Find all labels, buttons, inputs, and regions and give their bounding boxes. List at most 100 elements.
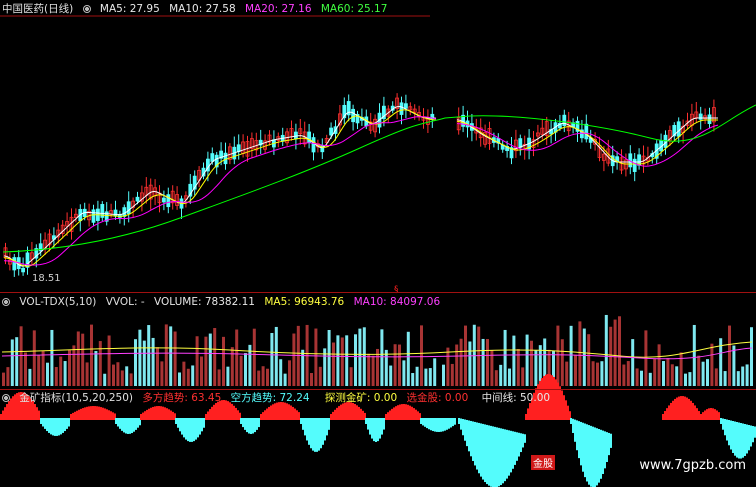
indicator-cyan-bar bbox=[131, 418, 133, 434]
volume-bar bbox=[283, 373, 287, 386]
volume-bar bbox=[24, 352, 27, 386]
indicator-cyan-bar bbox=[570, 418, 572, 424]
indicator-cyan-bar bbox=[726, 419, 728, 441]
probe-value: 探测金矿: 0.00 bbox=[324, 392, 398, 404]
indicator-red-bar bbox=[356, 405, 358, 420]
settings-circle-icon[interactable] bbox=[2, 394, 10, 402]
indicator-cyan-bar bbox=[175, 418, 177, 424]
indicator-cyan-bar bbox=[123, 418, 125, 433]
ma20-line bbox=[3, 116, 719, 266]
candle-body bbox=[21, 267, 26, 273]
indicator-red-bar bbox=[710, 408, 712, 420]
volume-bar bbox=[327, 329, 331, 386]
chart-canvas[interactable] bbox=[0, 0, 756, 487]
vol-ma10-value: MA10: 84097.06 bbox=[353, 296, 441, 308]
indicator-red-bar bbox=[670, 402, 672, 420]
indicator-cyan-bar bbox=[310, 418, 312, 449]
volume-bar bbox=[481, 338, 485, 386]
volume-bar bbox=[19, 326, 23, 386]
indicator-red-bar bbox=[0, 414, 2, 420]
indicator-cyan-bar bbox=[365, 418, 367, 424]
indicator-red-bar bbox=[399, 404, 401, 420]
indicator-red-bar bbox=[678, 396, 680, 420]
volume-bar bbox=[508, 368, 511, 386]
indicator-red-bar bbox=[270, 405, 272, 420]
volume-bar bbox=[112, 364, 115, 386]
indicator-cyan-bar bbox=[466, 419, 468, 447]
indicator-red-bar bbox=[294, 408, 296, 420]
indicator-red-bar bbox=[231, 403, 233, 420]
indicator-cyan-bar bbox=[516, 432, 518, 461]
indicator-red-bar bbox=[696, 408, 698, 420]
indicator-cyan-bar bbox=[482, 423, 484, 480]
volume-bar bbox=[332, 342, 335, 386]
settings-circle-icon[interactable] bbox=[82, 5, 91, 13]
indicator-cyan-bar bbox=[420, 418, 422, 424]
volume-bar bbox=[10, 339, 14, 386]
indicator-red-bar bbox=[170, 410, 172, 420]
indicator-cyan-bar bbox=[326, 418, 328, 436]
volume-bar bbox=[178, 372, 181, 386]
indicator-cyan-bar bbox=[195, 418, 197, 440]
indicator-cyan-bar bbox=[510, 430, 512, 473]
indicator-red-bar bbox=[529, 402, 531, 420]
volume-bar bbox=[46, 362, 49, 386]
indicator-red-bar bbox=[166, 408, 168, 420]
volume-bar bbox=[415, 366, 419, 386]
indicator-cyan-bar bbox=[119, 418, 121, 429]
indicator-cyan-bar bbox=[438, 418, 440, 432]
volume-bar bbox=[525, 334, 529, 386]
ma5-line bbox=[3, 105, 718, 267]
indicator-cyan-bar bbox=[480, 423, 482, 477]
stock-name: 中国医药(日线) bbox=[2, 3, 74, 15]
indicator-red-bar bbox=[664, 411, 666, 420]
indicator-cyan-bar bbox=[316, 418, 318, 452]
indicator-cyan-bar bbox=[490, 425, 492, 487]
indicator-cyan-bar bbox=[522, 433, 524, 448]
indicator-red-bar bbox=[415, 409, 417, 420]
volume-bar bbox=[147, 325, 151, 386]
indicator-red-bar bbox=[172, 411, 174, 420]
volume-bar bbox=[455, 344, 459, 386]
volume-bar bbox=[732, 345, 736, 386]
indicator-cyan-bar bbox=[375, 418, 377, 442]
indicator-cyan-bar bbox=[442, 418, 444, 432]
indicator-red-bar bbox=[662, 414, 664, 420]
ma5-value: MA5: 27.95 bbox=[99, 3, 160, 15]
volume-bar bbox=[239, 355, 243, 386]
indicator-cyan-bar bbox=[177, 418, 179, 428]
indicator-cyan-bar bbox=[752, 426, 754, 443]
short-trend-value: 空方趋势: 72.24 bbox=[230, 392, 310, 404]
volume-bar bbox=[72, 345, 76, 386]
indicator-cyan-bar bbox=[574, 419, 576, 442]
volume-bar bbox=[6, 367, 10, 386]
volume-bar bbox=[728, 325, 731, 386]
volume-bar bbox=[393, 344, 397, 386]
indicator-cyan-bar bbox=[436, 418, 438, 432]
volume-bar bbox=[640, 370, 643, 386]
indicator-cyan-bar bbox=[203, 418, 205, 428]
candle-body bbox=[12, 257, 17, 271]
indicator-red-bar bbox=[237, 410, 239, 420]
indicator-red-bar bbox=[668, 405, 670, 420]
indicator-red-bar bbox=[413, 408, 415, 420]
indicator-red-bar bbox=[385, 414, 387, 420]
volume-bar bbox=[745, 364, 749, 386]
volume-bar bbox=[486, 339, 489, 386]
ma60-value: MA60: 25.17 bbox=[320, 3, 388, 15]
indicator-cyan-bar bbox=[512, 431, 514, 469]
indicator-cyan-bar bbox=[596, 428, 598, 486]
low-price-label: 18.51 bbox=[32, 273, 61, 284]
indicator-red-bar bbox=[146, 409, 148, 420]
volume-bar bbox=[129, 373, 133, 386]
indicator-red-bar bbox=[704, 410, 706, 420]
indicator-cyan-bar bbox=[450, 418, 452, 428]
volume-bar bbox=[420, 325, 423, 386]
volume-bar bbox=[191, 365, 195, 386]
settings-circle-icon[interactable] bbox=[2, 298, 10, 306]
indicator-cyan-bar bbox=[324, 418, 326, 441]
indicator-cyan-bar bbox=[740, 423, 742, 459]
indicator-cyan-bar bbox=[434, 418, 436, 432]
indicator-cyan-bar bbox=[304, 418, 306, 436]
indicator-cyan-bar bbox=[730, 420, 732, 450]
